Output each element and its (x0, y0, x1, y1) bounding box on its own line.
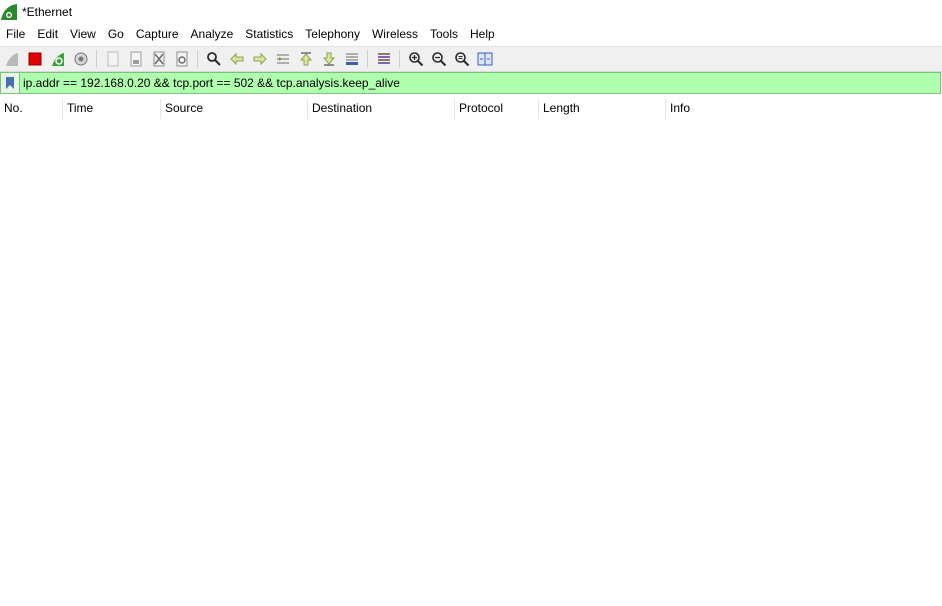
menu-bar: File Edit View Go Capture Analyze Statis… (0, 24, 942, 44)
title-bar: *Ethernet (0, 0, 942, 24)
menu-go[interactable]: Go (102, 24, 130, 44)
wireshark-app-icon (0, 3, 18, 21)
menu-statistics[interactable]: Statistics (239, 24, 299, 44)
column-header-no[interactable]: No. (0, 97, 63, 120)
bookmark-icon[interactable] (1, 73, 20, 93)
first-packet-icon[interactable] (294, 48, 317, 70)
main-toolbar (0, 46, 942, 72)
menu-analyze[interactable]: Analyze (185, 24, 240, 44)
toolbar-separator (367, 50, 368, 68)
menu-help[interactable]: Help (464, 24, 501, 44)
go-to-packet-icon[interactable] (271, 48, 294, 70)
packet-list[interactable] (0, 120, 942, 606)
column-header-protocol[interactable]: Protocol (455, 97, 539, 120)
normal-size-icon[interactable] (450, 48, 473, 70)
packet-list-header: No. Time Source Destination Protocol Len… (0, 97, 942, 120)
restart-capture-icon[interactable] (46, 48, 69, 70)
reload-file-icon[interactable] (170, 48, 193, 70)
resize-columns-icon[interactable] (473, 48, 496, 70)
menu-edit[interactable]: Edit (31, 24, 64, 44)
shark-fin-start-icon[interactable] (0, 48, 23, 70)
colorize-icon[interactable] (372, 48, 395, 70)
menu-wireless[interactable]: Wireless (366, 24, 424, 44)
menu-view[interactable]: View (64, 24, 102, 44)
toolbar-separator (399, 50, 400, 68)
auto-scroll-icon[interactable] (340, 48, 363, 70)
go-forward-icon[interactable] (248, 48, 271, 70)
column-header-length[interactable]: Length (539, 97, 666, 120)
menu-file[interactable]: File (0, 24, 31, 44)
save-file-icon[interactable] (124, 48, 147, 70)
close-file-icon[interactable] (147, 48, 170, 70)
capture-options-icon[interactable] (69, 48, 92, 70)
zoom-in-icon[interactable] (404, 48, 427, 70)
toolbar-separator (197, 50, 198, 68)
open-file-icon[interactable] (101, 48, 124, 70)
window-title: *Ethernet (22, 5, 73, 19)
menu-capture[interactable]: Capture (130, 24, 185, 44)
column-header-source[interactable]: Source (161, 97, 308, 120)
column-header-info[interactable]: Info (666, 97, 942, 120)
toolbar-separator (96, 50, 97, 68)
go-back-icon[interactable] (225, 48, 248, 70)
column-header-time[interactable]: Time (63, 97, 161, 120)
display-filter-bar (0, 72, 941, 94)
find-packet-icon[interactable] (202, 48, 225, 70)
zoom-out-icon[interactable] (427, 48, 450, 70)
last-packet-icon[interactable] (317, 48, 340, 70)
menu-telephony[interactable]: Telephony (299, 24, 366, 44)
stop-capture-icon[interactable] (23, 48, 46, 70)
menu-tools[interactable]: Tools (424, 24, 464, 44)
display-filter-input[interactable] (23, 76, 923, 90)
column-header-destination[interactable]: Destination (308, 97, 455, 120)
